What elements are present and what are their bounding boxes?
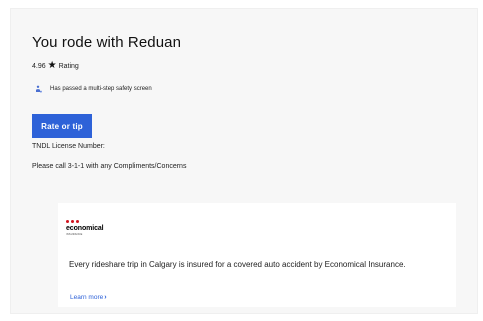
rating-row: 4.96 ★ Rating [32,60,79,71]
star-icon: ★ [47,60,57,71]
ride-title: You rode with Reduan [32,34,182,51]
insurance-description: Every rideshare trip in Calgary is insur… [69,260,406,269]
chevron-right-icon: › [104,294,107,301]
logo-dots-icon [66,220,84,224]
safety-text: Has passed a multi-step safety screen [50,86,152,92]
call-311-text: Please call 3-1-1 with any Compliments/C… [32,163,187,170]
tndl-license-label: TNDL License Number: [32,143,105,150]
rating-label: Rating [58,63,79,70]
shield-person-icon [35,85,42,93]
safety-row: Has passed a multi-step safety screen [35,85,152,93]
learn-more-label: Learn more [70,294,104,301]
insurance-panel: economical INSURANCE Every rideshare tri… [58,203,456,307]
rating-value: 4.96 [32,63,46,70]
rate-or-tip-button[interactable]: Rate or tip [32,114,92,138]
logo-subtitle: INSURANCE [66,233,83,236]
logo-wordmark: economical [66,225,104,232]
ride-summary-card: You rode with Reduan 4.96 ★ Rating Has p… [10,8,478,314]
economical-insurance-logo: economical INSURANCE [64,205,124,239]
learn-more-link[interactable]: Learn more › [70,294,107,301]
